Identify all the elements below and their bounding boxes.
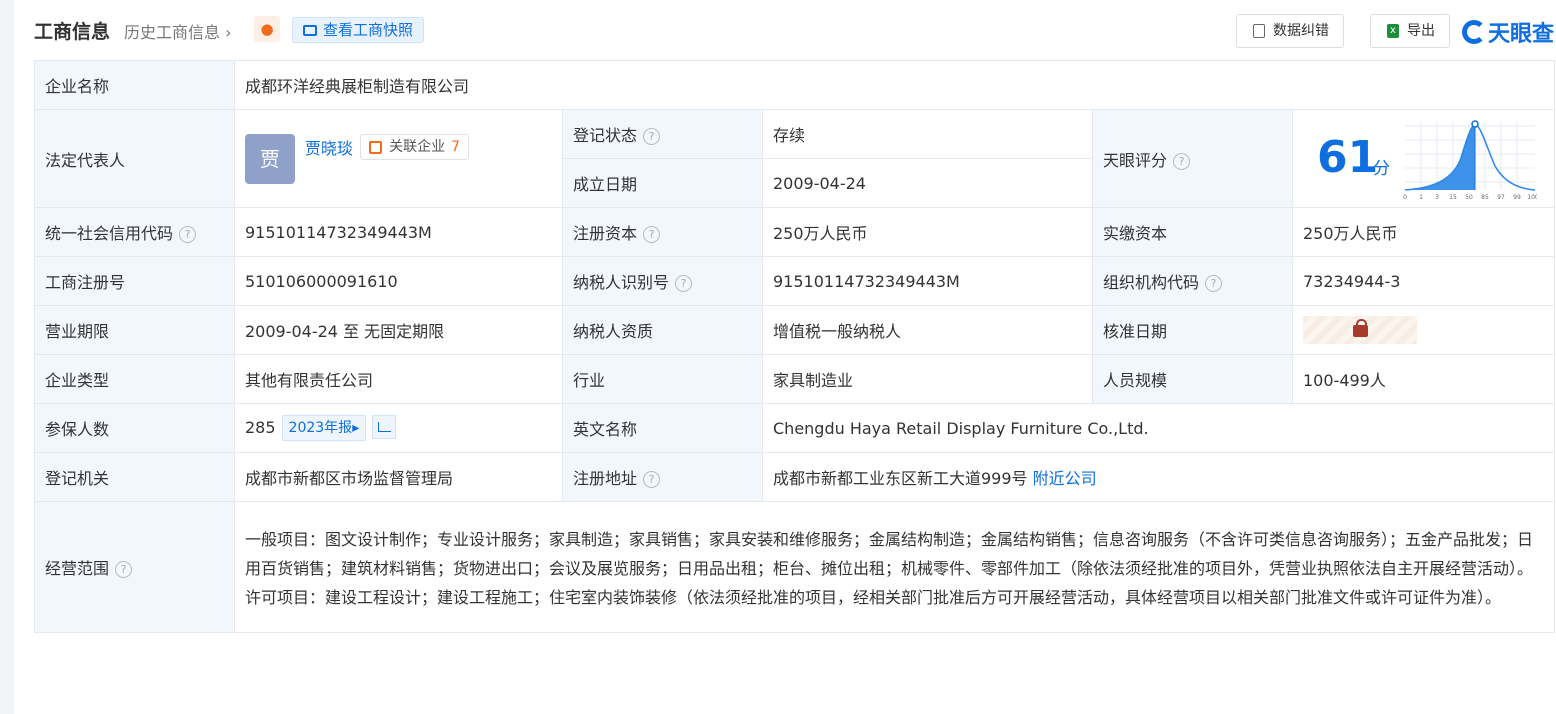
help-icon[interactable]: ? (643, 471, 661, 488)
export-button[interactable]: 导出 (1370, 14, 1450, 48)
authority-label: 登记机关 (34, 452, 235, 502)
help-icon[interactable]: ? (643, 226, 661, 243)
locked-field[interactable] (1303, 316, 1417, 344)
founded-date: 2009-04-24 (762, 158, 1093, 208)
approval-date-cell (1291, 305, 1556, 355)
section-title: 工商信息 (34, 21, 111, 43)
tax-qual-label: 纳税人资质 (562, 305, 763, 355)
address-label: 注册地址? (562, 452, 763, 502)
reg-status: 存续 (762, 109, 1093, 159)
avatar[interactable]: 贾 (245, 133, 295, 184)
staff-size: 100-499人 (1291, 354, 1556, 404)
business-info-panel: 工商信息 历史工商信息 › ● 查看工商快照 数据纠错 导出 天眼查 企业名称 … (14, 0, 1556, 714)
score-axis-tick: 50 (1465, 194, 1473, 201)
lock-icon (1353, 319, 1368, 337)
industry: 家具制造业 (762, 354, 1093, 404)
score-unit: 分 (1373, 159, 1390, 179)
paid-capital-label: 实缴资本 (1092, 207, 1293, 257)
registration-authority: 成都市新都区市场监督管理局 (234, 452, 563, 502)
score-axis-tick: 15 (1449, 194, 1457, 201)
reg-status-label: 登记状态? (562, 109, 763, 159)
score-axis-tick: 3 (1435, 194, 1439, 201)
approval-date-label: 核准日期 (1092, 305, 1293, 355)
staff-label: 人员规模 (1092, 354, 1293, 404)
company-name: 成都环洋经典展柜制造有限公司 (233, 60, 1556, 110)
score-axis-tick: 1 (1419, 194, 1423, 201)
camera-icon (303, 25, 317, 36)
help-icon[interactable]: ? (1173, 152, 1191, 170)
legal-rep-name[interactable]: 贾晓琰 (305, 135, 353, 159)
address-cell: 成都市新都工业东区新工大道999号 附近公司 (761, 452, 1556, 502)
reg-capital: 250万人民币 (762, 207, 1093, 257)
logo-icon (1461, 20, 1486, 44)
insured-label: 参保人数 (34, 403, 235, 453)
score-axis-tick: 100 (1527, 194, 1537, 201)
help-icon[interactable]: ? (643, 128, 661, 145)
paid-capital: 250万人民币 (1291, 207, 1556, 257)
english-name-label: 英文名称 (562, 403, 763, 453)
associated-companies-button[interactable]: 关联企业 7 (360, 133, 470, 160)
type-label: 企业类型 (34, 354, 235, 404)
score-distribution-chart: 0 1 3 15 50 85 97 99 100 (1403, 120, 1537, 201)
trend-chart-icon[interactable] (372, 415, 397, 439)
document-icon (1253, 24, 1265, 38)
reg-capital-label: 注册资本? (562, 207, 763, 257)
org-code-label: 组织机构代码? (1092, 256, 1293, 306)
score-cell: 61 分 0 1 3 15 50 85 97 99 100 (1291, 109, 1556, 208)
score-axis-tick: 97 (1497, 194, 1505, 201)
score-value: 61 (1317, 132, 1379, 183)
legal-rep-cell: 贾贾晓琰 关联企业 7 (234, 109, 563, 208)
taxpayer-id-label: 纳税人识别号? (562, 256, 763, 306)
credit-code-label: 统一社会信用代码? (34, 207, 235, 257)
network-icon (369, 140, 383, 154)
help-icon[interactable]: ? (179, 226, 197, 243)
credit-code: 91510114732349443M (234, 207, 563, 257)
business-term: 2009-04-24 至 无固定期限 (234, 305, 563, 355)
taxpayer-id: 91510114732349443M (762, 256, 1093, 306)
english-name: Chengdu Haya Retail Display Furniture Co… (761, 403, 1556, 453)
term-label: 营业期限 (34, 305, 235, 355)
score-axis-tick: 99 (1513, 194, 1521, 201)
annual-report-tag[interactable]: 2023年报▸ (281, 415, 367, 441)
help-icon[interactable]: ? (115, 561, 133, 578)
company-type: 其他有限责任公司 (234, 354, 563, 404)
business-info-table: 企业名称 成都环洋经典展柜制造有限公司 法定代表人 贾贾晓琰 关联企业 7 登记状… (34, 60, 1556, 633)
legal-rep-label: 法定代表人 (34, 109, 235, 208)
bell-icon[interactable]: ● (254, 16, 280, 42)
brand-logo: 天眼查 (1461, 16, 1554, 48)
scope-label: 经营范围? (34, 501, 235, 633)
industry-label: 行业 (562, 354, 763, 404)
score-axis-tick: 85 (1481, 194, 1489, 201)
help-icon[interactable]: ? (1205, 275, 1223, 292)
org-code: 73234944-3 (1291, 256, 1556, 306)
biz-reg-no: 510106000091610 (234, 256, 563, 306)
help-icon[interactable]: ? (675, 275, 693, 292)
section-header: 工商信息 历史工商信息 › ● 查看工商快照 数据纠错 导出 天眼查 (34, 14, 1556, 48)
business-scope: 一般项目：图文设计制作；专业设计服务；家具制造；家具销售；家具安装和维修服务；金… (233, 501, 1556, 633)
registered-address: 成都市新都工业东区新工大道999号 (773, 469, 1028, 488)
snapshot-button[interactable]: 查看工商快照 (292, 17, 425, 43)
insured-count: 285 (245, 418, 276, 437)
excel-icon (1387, 15, 1399, 47)
biz-reg-no-label: 工商注册号 (34, 256, 235, 306)
founded-label: 成立日期 (562, 158, 763, 208)
nearby-companies-link[interactable]: 附近公司 (1033, 469, 1097, 488)
insured-cell: 285 2023年报▸ (234, 403, 563, 453)
data-correction-button[interactable]: 数据纠错 (1236, 14, 1344, 48)
company-name-label: 企业名称 (34, 60, 235, 110)
score-axis-tick: 0 (1403, 194, 1407, 201)
score-label: 天眼评分? (1092, 109, 1293, 208)
history-info-link[interactable]: 历史工商信息 › (124, 19, 232, 43)
tax-qualification: 增值税一般纳税人 (762, 305, 1093, 355)
